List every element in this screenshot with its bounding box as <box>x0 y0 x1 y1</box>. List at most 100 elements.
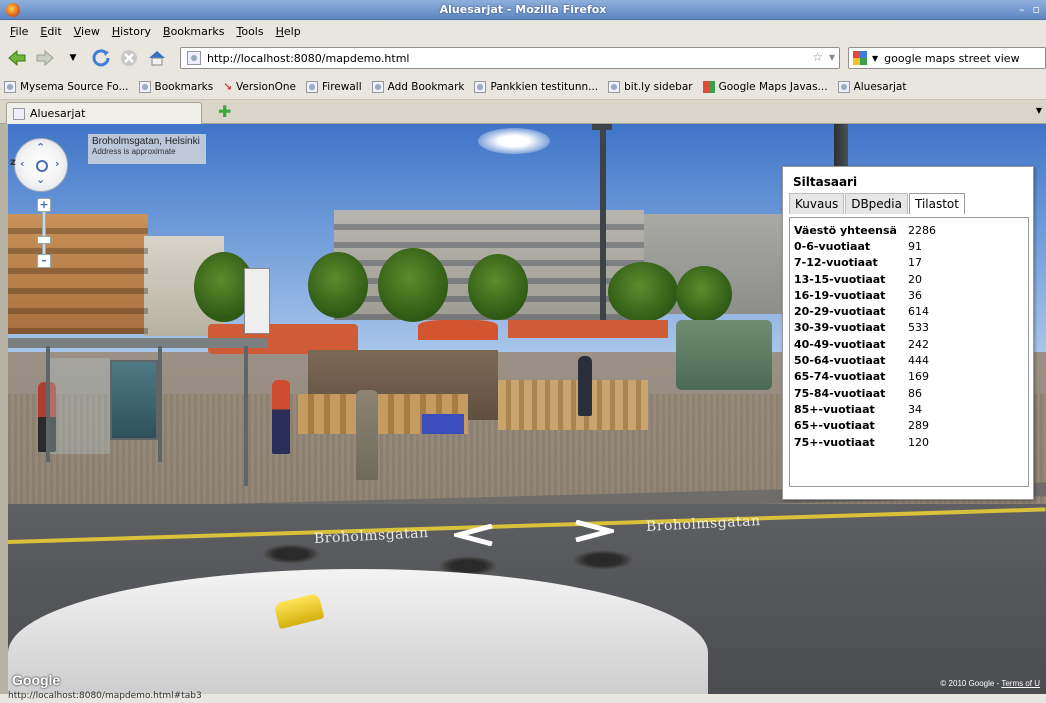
stat-row: 0-6-vuotiaat 91 <box>794 238 1024 254</box>
bookmark-aluesarjat[interactable]: Aluesarjat <box>837 80 906 93</box>
copyright: © 2010 Google - Terms of U <box>940 679 1040 688</box>
maximize-icon[interactable]: ▫ <box>1033 3 1040 16</box>
tree <box>676 266 732 322</box>
chevron-down-icon: ▼ <box>69 53 77 63</box>
address-box: Broholmsgatan, Helsinki Address is appro… <box>88 134 206 164</box>
compass-z-label: z <box>10 157 16 168</box>
forward-button[interactable] <box>34 47 56 69</box>
url-dropdown-icon[interactable]: ▾ <box>829 50 835 64</box>
menu-view[interactable]: View <box>68 25 106 38</box>
window-edge <box>0 124 8 694</box>
url-text: http://localhost:8080/mapdemo.html <box>207 51 410 65</box>
stat-row: 65+-vuotiaat 289 <box>794 418 1024 434</box>
tree <box>378 248 448 322</box>
tab-list-icon[interactable]: ▼ <box>1036 106 1042 115</box>
move-back-arrow[interactable] <box>454 524 494 546</box>
bus-shelter <box>8 338 268 486</box>
bookmark-pankkien[interactable]: Pankkien testitunn... <box>474 80 598 93</box>
stat-row: 13-15-vuotiaat 20 <box>794 271 1024 287</box>
move-forward-arrow[interactable] <box>574 520 614 542</box>
stat-value: 614 <box>908 305 929 319</box>
stat-value: 289 <box>908 419 929 433</box>
search-input[interactable]: google maps street view <box>884 52 1019 65</box>
bookmark-google-maps[interactable]: Google Maps Javas... <box>702 80 828 93</box>
stat-label: 75+-vuotiaat <box>794 435 875 449</box>
menu-history[interactable]: History <box>106 25 157 38</box>
stat-label: 65-74-vuotiaat <box>794 370 886 384</box>
bookmark-add-bookmark[interactable]: Add Bookmark <box>371 80 464 93</box>
van <box>676 320 772 390</box>
new-tab-button[interactable]: ✚ <box>218 104 231 120</box>
home-icon <box>149 51 165 66</box>
stat-value: 34 <box>908 402 922 416</box>
bookmark-bitly[interactable]: bit.ly sidebar <box>608 80 693 93</box>
navigation-toolbar: ▼ http://localhost:8080/mapdemo.html ☆ ▾ <box>0 42 1046 74</box>
zoom-in-button[interactable]: + <box>37 198 51 212</box>
menu-help[interactable]: Help <box>270 25 307 38</box>
star-icon[interactable]: ☆ <box>812 50 823 64</box>
pan-right-icon[interactable]: › <box>55 157 60 170</box>
bookmark-bookmarks[interactable]: Bookmarks <box>138 80 213 93</box>
stat-value: 17 <box>908 256 922 270</box>
shelter-glass <box>50 358 110 454</box>
menu-edit[interactable]: Edit <box>34 25 67 38</box>
stat-row: 65-74-vuotiaat 169 <box>794 369 1024 385</box>
menu-bookmarks[interactable]: Bookmarks <box>157 25 230 38</box>
tab-kuvaus[interactable]: Kuvaus <box>789 193 845 214</box>
zoom-control: + – <box>37 198 51 268</box>
stat-value: 533 <box>908 321 929 335</box>
stat-label: 40-49-vuotiaat <box>794 337 886 351</box>
zoom-out-button[interactable]: – <box>37 254 51 268</box>
bookmark-mysema[interactable]: Mysema Source Fo... <box>4 80 129 93</box>
stat-value: 169 <box>908 370 929 384</box>
stat-label: 16-19-vuotiaat <box>794 288 886 302</box>
tab-tilastot[interactable]: Tilastot <box>908 193 965 214</box>
pan-up-icon[interactable]: ⌃ <box>36 141 45 154</box>
stat-row: 85+-vuotiaat 34 <box>794 401 1024 417</box>
minimize-icon[interactable]: – <box>1019 3 1025 16</box>
menu-file[interactable]: File <box>4 25 34 38</box>
window-title: Aluesarjat - Mozilla Firefox <box>439 3 607 16</box>
stat-label: 85+-vuotiaat <box>794 402 875 416</box>
terms-link[interactable]: Terms of U <box>1001 679 1040 688</box>
zoom-track[interactable] <box>42 208 46 258</box>
info-window-title: Siltasaari <box>793 175 858 189</box>
history-dropdown-button[interactable]: ▼ <box>62 47 84 69</box>
window-titlebar: Aluesarjat - Mozilla Firefox – ▫ <box>0 0 1046 20</box>
tab-dbpedia[interactable]: DBpedia <box>845 193 908 214</box>
bookmark-firewall[interactable]: Firewall <box>306 80 362 93</box>
pan-down-icon[interactable]: ⌄ <box>36 173 45 186</box>
engine-dropdown-icon[interactable]: ▼ <box>872 54 878 63</box>
copyright-text: © 2010 Google - <box>940 679 1002 688</box>
stat-value: 91 <box>908 239 922 253</box>
info-window-tabs: Kuvaus DBpedia Tilastot <box>789 193 966 214</box>
shelter-ad <box>110 360 158 440</box>
stat-label: 7-12-vuotiaat <box>794 256 878 270</box>
url-bar[interactable]: http://localhost:8080/mapdemo.html ☆ ▾ <box>180 47 840 69</box>
stat-label: 0-6-vuotiaat <box>794 239 871 253</box>
shelter-post <box>244 346 248 486</box>
back-button[interactable] <box>6 47 28 69</box>
bookmark-icon <box>306 80 319 93</box>
stat-value: 120 <box>908 435 929 449</box>
menu-tools[interactable]: Tools <box>230 25 269 38</box>
stop-button[interactable] <box>118 47 140 69</box>
zoom-handle[interactable] <box>37 236 51 244</box>
pan-control[interactable]: z ⌃ ‹ › ⌄ <box>10 138 68 192</box>
search-bar[interactable]: ▼ google maps street view <box>848 47 1046 69</box>
stat-value: 86 <box>908 386 922 400</box>
reload-button[interactable] <box>90 47 112 69</box>
stats-panel: Väestö yhteensä 2286 0-6-vuotiaat 91 7-12-… <box>789 217 1029 487</box>
stat-row: 75-84-vuotiaat 86 <box>794 385 1024 401</box>
tab-aluesarjat[interactable]: Aluesarjat <box>6 102 202 124</box>
compass-center-icon <box>36 160 48 172</box>
shelter-post <box>158 346 162 462</box>
home-button[interactable] <box>146 47 168 69</box>
bookmark-versionone[interactable]: ↘ VersionOne <box>223 81 296 93</box>
status-bar: http://localhost:8080/mapdemo.html#tab3 <box>0 691 1046 703</box>
google-engine-icon[interactable] <box>853 51 869 65</box>
pan-left-icon[interactable]: ‹ <box>20 157 25 170</box>
lamp-post <box>600 124 606 320</box>
google-logo[interactable]: Google <box>12 672 60 688</box>
market-stall <box>508 320 668 338</box>
